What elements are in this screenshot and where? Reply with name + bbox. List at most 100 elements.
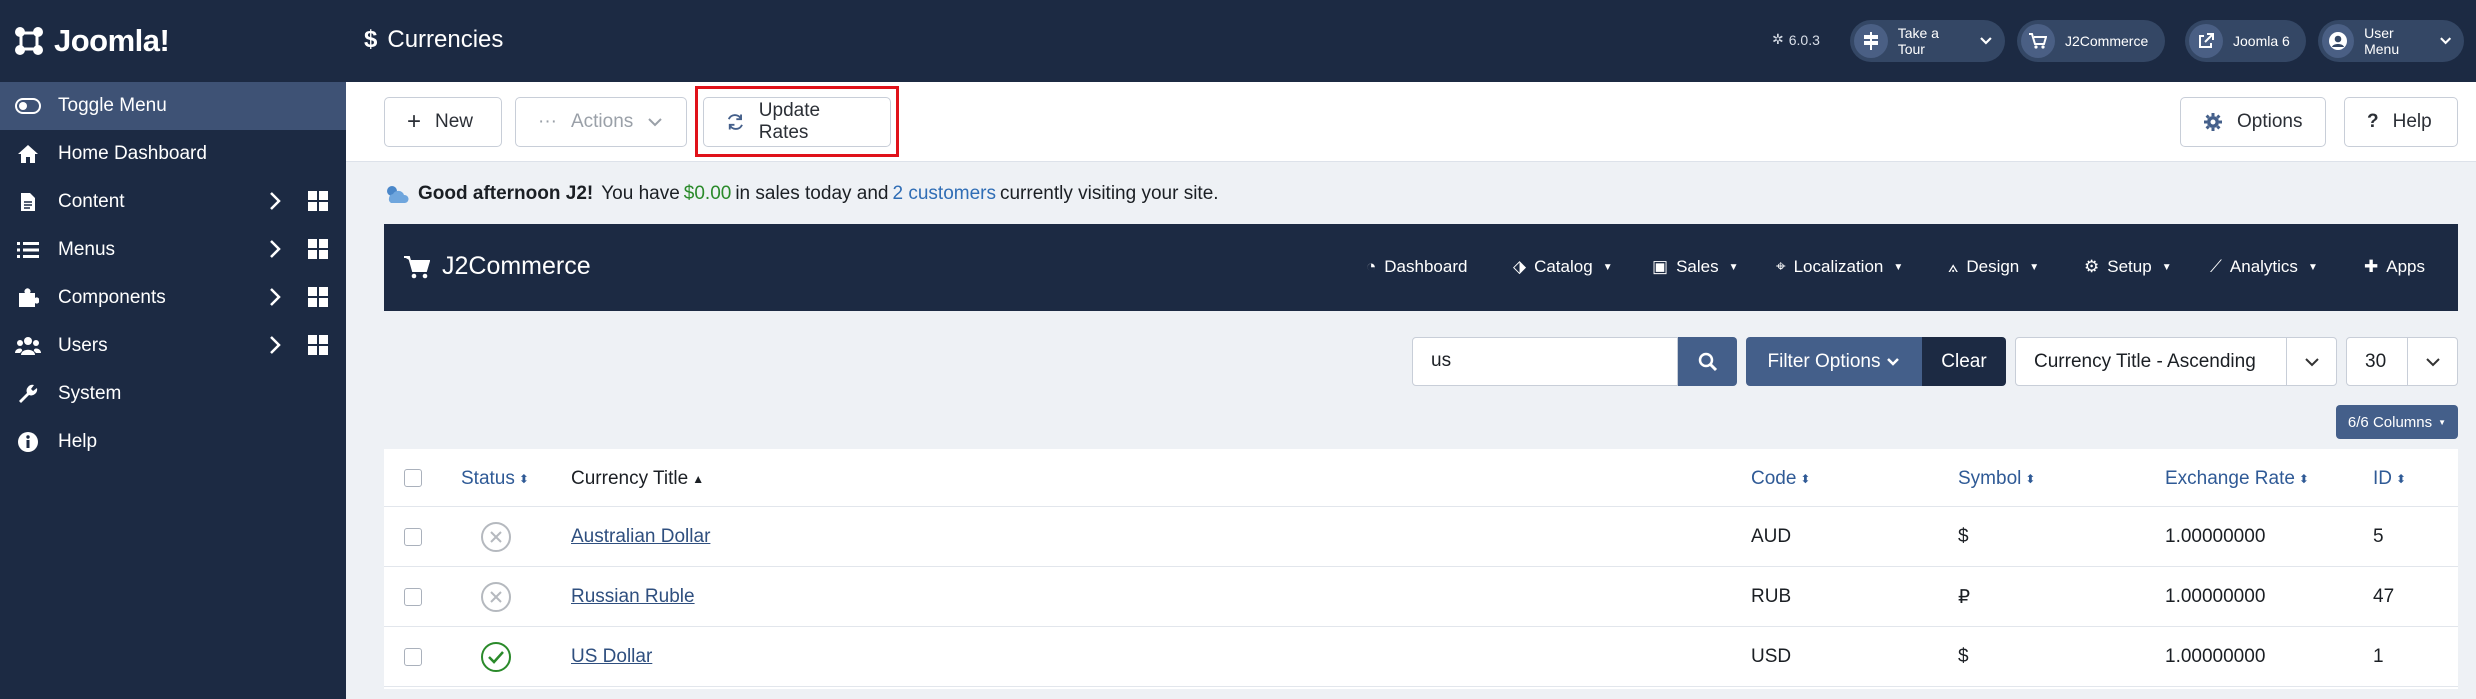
sort-icon: ⬍ xyxy=(518,472,529,486)
joomla-logo-icon xyxy=(15,27,43,55)
chevron-right-icon[interactable] xyxy=(268,286,282,308)
currency-title-link[interactable]: US Dollar xyxy=(571,646,652,668)
nav-setup[interactable]: ⚙ Setup ▼ xyxy=(2084,257,2172,277)
page-title-text: Currencies xyxy=(387,26,504,53)
joomla-logo[interactable]: Joomla! xyxy=(0,0,346,82)
actions-dropdown[interactable]: ··· Actions xyxy=(515,97,687,147)
sidebar: Joomla! Toggle Menu Home Dashboard Conte… xyxy=(0,0,346,699)
nav-localization[interactable]: ⌖ Localization ▼ xyxy=(1776,257,1903,277)
greeting-text-3: currently visiting your site. xyxy=(999,183,1219,204)
unpublished-icon[interactable] xyxy=(480,581,512,613)
chevron-right-icon[interactable] xyxy=(268,190,282,212)
sidebar-item-home-dashboard[interactable]: Home Dashboard xyxy=(0,130,346,178)
sidebar-item-toggle-menu[interactable]: Toggle Menu xyxy=(0,82,346,130)
table-header-row: Status ⬍ Currency Title ▲ Code ⬍ Symbol … xyxy=(384,449,2458,507)
sidebar-item-content[interactable]: Content xyxy=(0,178,346,226)
options-button[interactable]: Options xyxy=(2180,97,2326,147)
sort-icon: ⬍ xyxy=(2396,472,2407,486)
filter-options-label: Filter Options xyxy=(1767,350,1881,372)
published-check-icon[interactable] xyxy=(480,641,512,673)
chevron-down-icon xyxy=(648,118,663,127)
sidebar-item-help[interactable]: Help xyxy=(0,418,346,466)
nav-sales[interactable]: ▣ Sales ▼ xyxy=(1652,257,1739,277)
dashboard-grid-icon[interactable] xyxy=(308,287,328,307)
currency-id: 1 xyxy=(2373,646,2384,667)
table-row: Russian Ruble RUB ₽ 1.00000000 47 xyxy=(384,567,2458,627)
table-row: US Dollar USD $ 1.00000000 1 xyxy=(384,627,2458,687)
column-header-label: Symbol xyxy=(1958,468,2022,489)
columns-toggle-button[interactable]: 6/6 Columns ▼ xyxy=(2336,405,2458,439)
version-info: ✲ 6.0.3 xyxy=(1772,31,1820,48)
row-checkbox[interactable] xyxy=(404,588,422,606)
greeting-message: Good afternoon J2! You have $0.00 in sal… xyxy=(384,183,1219,205)
help-button[interactable]: ? Help xyxy=(2344,97,2458,147)
clear-button[interactable]: Clear xyxy=(1922,337,2006,386)
nav-catalog[interactable]: ⬗ Catalog ▼ xyxy=(1513,257,1613,277)
chevron-down-icon xyxy=(1980,37,1992,45)
dashboard-grid-icon[interactable] xyxy=(308,239,328,259)
currency-title-link[interactable]: Russian Ruble xyxy=(571,586,695,608)
column-header-title[interactable]: Currency Title ▲ xyxy=(571,468,704,490)
currency-id: 47 xyxy=(2373,586,2395,607)
caret-down-icon: ▼ xyxy=(1893,261,1904,273)
row-checkbox[interactable] xyxy=(404,648,422,666)
currency-title-link[interactable]: Australian Dollar xyxy=(571,526,710,548)
unpublished-icon[interactable] xyxy=(480,521,512,553)
j2commerce-brand[interactable]: J2Commerce xyxy=(404,252,591,281)
highlight-box xyxy=(695,86,899,157)
nav-design[interactable]: ⟑ Design ▼ xyxy=(1948,257,2039,277)
limit-select[interactable]: 30 xyxy=(2346,337,2458,386)
caret-down-icon: ▼ xyxy=(2307,261,2318,273)
nav-catalog-label: Catalog xyxy=(1534,257,1593,276)
sidebar-item-system[interactable]: System xyxy=(0,370,346,418)
chevron-right-icon[interactable] xyxy=(268,334,282,356)
column-header-symbol[interactable]: Symbol ⬍ xyxy=(1958,468,2035,490)
toolbar: + New ··· Actions Update Rates Options ?… xyxy=(346,82,2476,162)
column-header-label: ID xyxy=(2373,468,2392,489)
take-a-tour-button[interactable]: Take a Tour xyxy=(1850,20,2005,62)
new-button[interactable]: + New xyxy=(384,97,502,147)
user-menu-button[interactable]: User Menu xyxy=(2318,20,2464,62)
toggle-icon xyxy=(14,92,42,120)
caret-down-icon: ▼ xyxy=(2029,261,2040,273)
joomla-site-link[interactable]: Joomla 6 xyxy=(2185,20,2306,62)
j2commerce-brand-text: J2Commerce xyxy=(442,252,591,280)
dashboard-grid-icon[interactable] xyxy=(308,335,328,355)
nav-localization-label: Localization xyxy=(1793,257,1884,276)
gears-icon: ⚙ xyxy=(2084,257,2100,276)
sales-amount: $0.00 xyxy=(683,183,732,204)
sidebar-item-label: Components xyxy=(58,287,166,308)
select-all-checkbox[interactable] xyxy=(404,469,422,487)
row-checkbox[interactable] xyxy=(404,528,422,546)
search-button[interactable] xyxy=(1678,337,1737,386)
sort-select[interactable]: Currency Title - Ascending xyxy=(2015,337,2337,386)
sort-asc-icon: ▲ xyxy=(692,472,705,486)
cart-icon xyxy=(2021,24,2055,58)
sidebar-item-components[interactable]: Components xyxy=(0,274,346,322)
column-header-code[interactable]: Code ⬍ xyxy=(1751,468,1810,490)
sidebar-item-users[interactable]: Users xyxy=(0,322,346,370)
wrench-icon xyxy=(14,380,42,408)
currency-symbol: ₽ xyxy=(1958,587,1971,608)
caret-down-icon: ▼ xyxy=(2438,417,2447,427)
column-header-label: Currency Title xyxy=(571,468,689,489)
nav-analytics[interactable]: ⟋ Analytics ▼ xyxy=(2210,257,2318,277)
nav-apps[interactable]: ✚ Apps xyxy=(2364,257,2425,277)
j2commerce-link[interactable]: J2Commerce xyxy=(2017,20,2165,62)
filter-options-button[interactable]: Filter Options xyxy=(1746,337,1922,386)
column-header-id[interactable]: ID ⬍ xyxy=(2373,468,2406,490)
table-row: Australian Dollar AUD $ 1.00000000 5 xyxy=(384,507,2458,567)
chevron-right-icon[interactable] xyxy=(268,238,282,260)
column-header-status[interactable]: Status ⬍ xyxy=(461,468,529,490)
sidebar-item-menus[interactable]: Menus xyxy=(0,226,346,274)
users-icon xyxy=(14,332,42,360)
currency-code: AUD xyxy=(1751,526,1792,547)
chart-line-icon: ⟋ xyxy=(2210,257,2222,276)
currency-code: RUB xyxy=(1751,586,1792,607)
search-input[interactable]: us xyxy=(1412,337,1678,386)
nav-dashboard[interactable]: ◔ Dashboard xyxy=(1366,257,1467,277)
customers-link[interactable]: 2 customers xyxy=(893,183,996,205)
column-header-exchange-rate[interactable]: Exchange Rate ⬍ xyxy=(2165,468,2309,490)
column-header-label: Code xyxy=(1751,468,1797,489)
dashboard-grid-icon[interactable] xyxy=(308,191,328,211)
